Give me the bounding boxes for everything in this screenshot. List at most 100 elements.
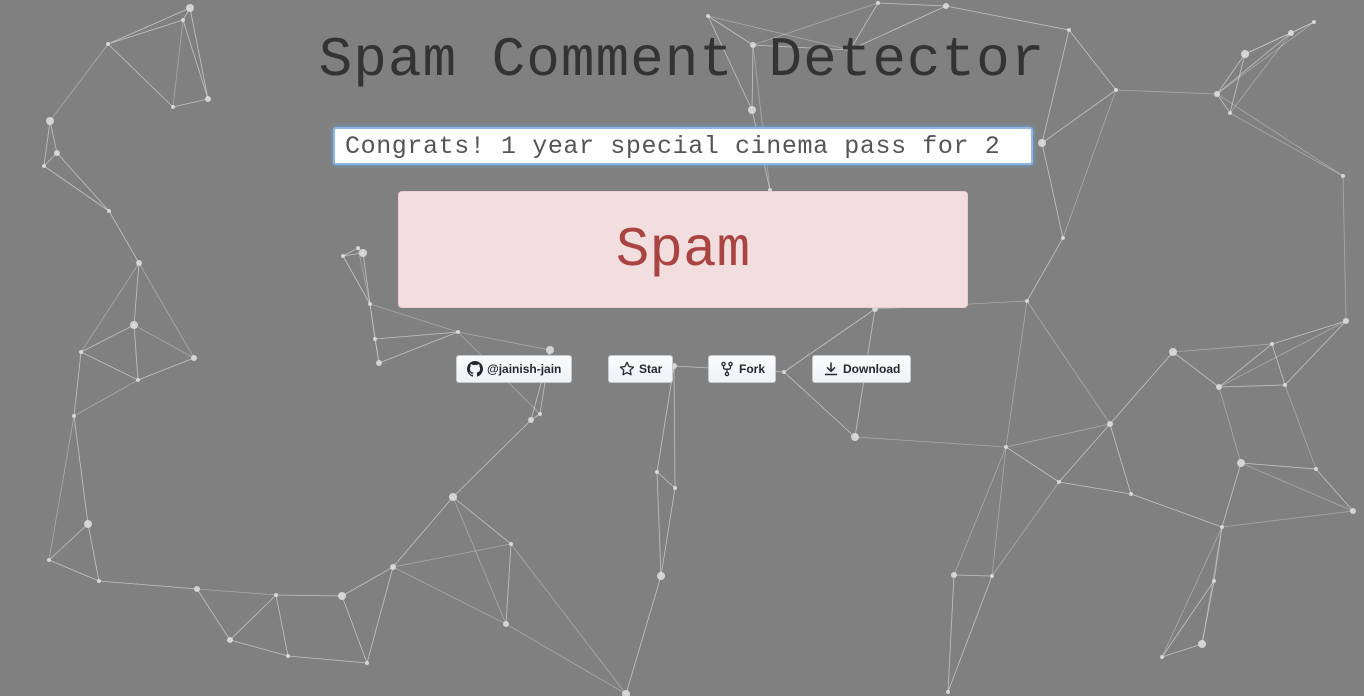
- network-line: [1041, 142, 1064, 239]
- network-node: [130, 321, 138, 329]
- network-node: [194, 586, 200, 592]
- network-line: [43, 120, 51, 167]
- network-node: [851, 433, 859, 441]
- network-node: [946, 690, 950, 694]
- network-node: [1198, 640, 1206, 648]
- network-line: [660, 487, 676, 577]
- network-node: [657, 572, 665, 580]
- network-node: [673, 486, 677, 490]
- download-icon: [823, 361, 839, 377]
- network-line: [1161, 643, 1203, 658]
- network-node: [1057, 480, 1061, 484]
- network-node: [1341, 174, 1345, 178]
- network-node: [1004, 445, 1008, 449]
- github-icon: [467, 361, 483, 377]
- network-node: [79, 350, 83, 354]
- network-line: [673, 365, 676, 489]
- network-node: [47, 558, 51, 562]
- network-line: [108, 210, 140, 264]
- network-line: [48, 523, 89, 561]
- network-node: [356, 246, 360, 250]
- network-line: [510, 543, 627, 695]
- network-line: [452, 419, 532, 498]
- network-line: [378, 331, 459, 364]
- network-node: [509, 542, 513, 546]
- github-star-button[interactable]: Star: [608, 355, 674, 383]
- network-node: [1228, 111, 1232, 115]
- network-line: [80, 324, 135, 353]
- network-node: [72, 414, 76, 418]
- network-line: [1130, 493, 1223, 528]
- network-node: [191, 355, 197, 361]
- network-line: [341, 566, 394, 597]
- network-node: [1314, 467, 1318, 471]
- network-line: [98, 580, 198, 590]
- network-line: [1026, 237, 1064, 302]
- network-node: [538, 412, 542, 416]
- network-line: [287, 655, 368, 664]
- network-line: [457, 331, 551, 351]
- network-line: [392, 496, 454, 568]
- network-node: [748, 106, 756, 114]
- network-node: [341, 254, 345, 258]
- network-line: [133, 262, 140, 326]
- network-line: [1005, 423, 1111, 448]
- network-line: [1172, 343, 1273, 353]
- network-line: [196, 588, 277, 596]
- network-line: [133, 324, 139, 381]
- comment-input[interactable]: [333, 127, 1033, 165]
- network-line: [1201, 526, 1223, 645]
- network-node: [1038, 139, 1046, 147]
- network-node: [390, 564, 396, 570]
- github-fork-label: Fork: [739, 362, 766, 376]
- network-line: [1221, 510, 1354, 528]
- network-line: [1058, 423, 1111, 483]
- network-node: [107, 209, 111, 213]
- page-title: Spam Comment Detector: [318, 28, 1046, 92]
- network-node: [1237, 459, 1245, 467]
- network-line: [991, 481, 1060, 577]
- fork-icon: [719, 361, 735, 377]
- network-node: [782, 370, 786, 374]
- network-line: [1062, 89, 1117, 239]
- network-line: [362, 252, 371, 305]
- network-node: [1129, 492, 1133, 496]
- github-follow-button[interactable]: @jainish-jain: [456, 355, 573, 383]
- network-line: [656, 471, 662, 577]
- network-node: [706, 14, 710, 18]
- network-line: [1342, 175, 1347, 322]
- network-line: [342, 255, 371, 305]
- network-line: [73, 415, 89, 525]
- network-node: [46, 117, 54, 125]
- network-node: [876, 1, 880, 5]
- network-line: [48, 559, 100, 582]
- network-line: [1109, 423, 1132, 495]
- network-node: [1160, 655, 1164, 659]
- github-download-button[interactable]: Download: [812, 355, 912, 383]
- network-node: [1270, 342, 1274, 346]
- network-node: [365, 661, 369, 665]
- network-node: [943, 3, 949, 9]
- network-node: [338, 592, 346, 600]
- network-node: [1350, 508, 1356, 514]
- network-line: [229, 639, 289, 657]
- network-line: [1271, 343, 1286, 386]
- github-fork-button[interactable]: Fork: [708, 355, 777, 383]
- network-node: [456, 330, 460, 334]
- network-node: [655, 470, 659, 474]
- network-node: [171, 105, 175, 109]
- network-node: [286, 654, 290, 658]
- network-line: [366, 566, 394, 664]
- network-node: [951, 572, 957, 578]
- network-node: [1025, 299, 1029, 303]
- network-line: [392, 566, 507, 625]
- network-node: [1216, 384, 1222, 390]
- network-line: [374, 331, 459, 340]
- network-line: [369, 303, 380, 364]
- network-line: [56, 152, 110, 212]
- network-line: [991, 446, 1007, 577]
- network-line: [1005, 446, 1060, 483]
- network-node: [205, 96, 211, 102]
- network-node: [1220, 525, 1224, 529]
- network-line: [625, 575, 662, 695]
